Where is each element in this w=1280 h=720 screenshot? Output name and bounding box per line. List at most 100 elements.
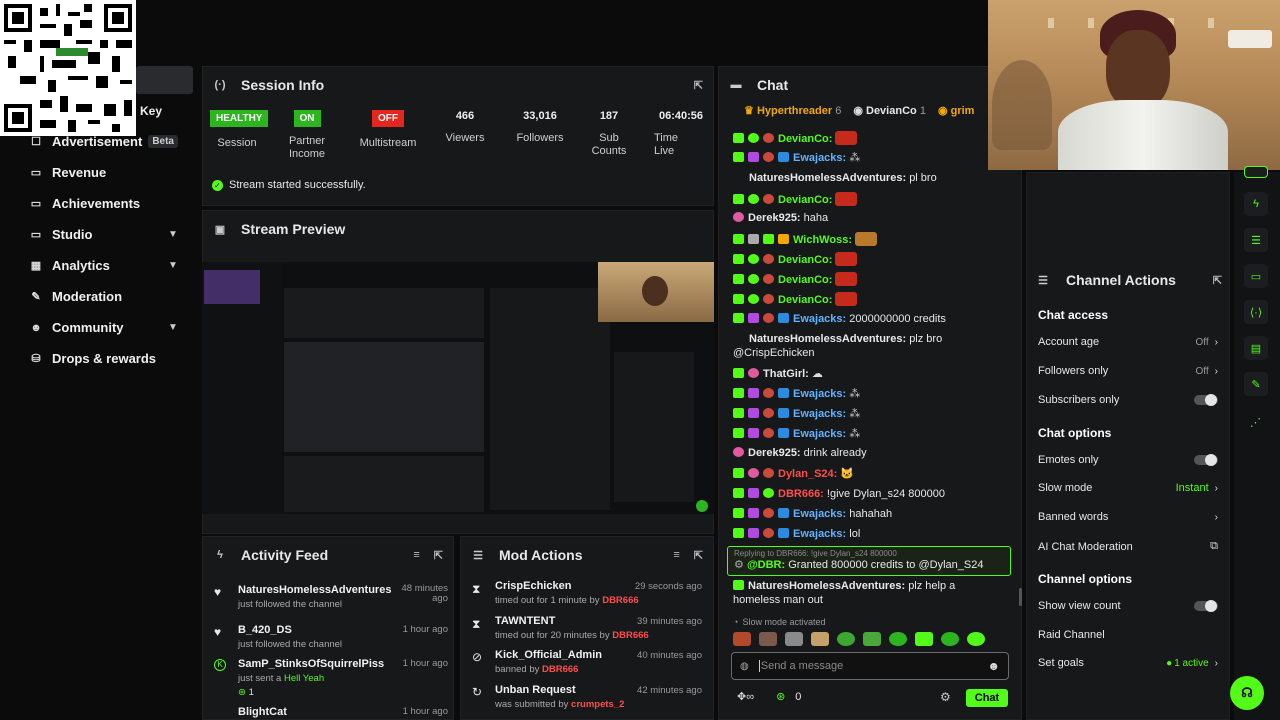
menu-icon[interactable]: ▤ [1244, 336, 1268, 360]
emoji-icon[interactable]: ☻ [987, 659, 1000, 673]
emote-icon[interactable] [889, 632, 907, 646]
preview-icon: ▣ [214, 223, 226, 236]
preview-nested-session [284, 288, 484, 338]
emotes-only-toggle[interactable] [1194, 454, 1218, 466]
chat-icon[interactable]: ▭ [1244, 264, 1268, 288]
beta-badge: Beta [148, 135, 178, 148]
sidebar-item-advertisement[interactable]: ☐ Advertisement Beta [0, 126, 200, 157]
community-icon: ☻ [30, 321, 42, 334]
sidebar-item-studio[interactable]: ▭ Studio ▼ [0, 219, 200, 250]
show-view-count-toggle[interactable] [1194, 600, 1218, 612]
mod-badge-icon [748, 508, 759, 518]
popout-icon[interactable]: ⇱ [694, 79, 703, 92]
chat-message: Ewajacks: ⁂ [733, 387, 860, 400]
studio-icon: ▭ [30, 229, 42, 241]
emote-icon: 🐱 [840, 468, 855, 480]
channel-options-heading: Channel options [1038, 572, 1132, 586]
stream-preview-video[interactable] [202, 262, 714, 514]
sidebar-active-item[interactable] [136, 66, 193, 94]
sidebar-item-drops[interactable]: ⛁ Drops & rewards [0, 343, 200, 374]
chat-message: DevianCo: [733, 292, 858, 306]
bolt-icon[interactable]: ϟ [1244, 192, 1268, 216]
emote-icon[interactable] [733, 632, 751, 646]
off-badge: OFF [372, 110, 404, 127]
sidebar-item-analytics[interactable]: ▦ Analytics ▼ [0, 250, 200, 281]
sub-badge-icon [733, 194, 744, 204]
filter-icon[interactable]: ≡ [673, 549, 679, 562]
stream-preview-header: ▣ Stream Preview [203, 211, 713, 247]
chevron-down-icon: ▼ [168, 229, 178, 240]
gifter-badge-icon [748, 368, 759, 378]
mod-actions-header: ☰ Mod Actions ≡ ⇱ [461, 537, 713, 573]
kick-coin-icon: ⊛ [238, 687, 246, 698]
slow-mode-row[interactable]: Slow mode Instant › [1038, 482, 1218, 494]
emote-icon[interactable] [967, 632, 985, 646]
wrench-icon[interactable]: ✎ [1244, 372, 1268, 396]
sub-badge-icon [733, 313, 744, 323]
mod-badge-icon [748, 408, 759, 418]
slow-mode-notice: ◔ Slow mode activated [733, 617, 826, 627]
banned-words-row[interactable]: Banned words › [1038, 511, 1218, 523]
chat-scrollbar[interactable] [1019, 588, 1022, 606]
drops-icon: ⛁ [31, 353, 41, 365]
set-goals-row[interactable]: Set goals ● 1 active › [1038, 657, 1218, 669]
raid-channel-row[interactable]: Raid Channel [1038, 629, 1218, 641]
popout-icon[interactable]: ⇱ [1213, 274, 1222, 287]
chat-message: Ewajacks: ⁂ [733, 151, 860, 164]
mod-action-item: ↻ Unban Request was submitted by crumpet… [472, 684, 702, 710]
mod-badge-icon [748, 313, 759, 323]
pinned-user[interactable]: ◉ grim [938, 104, 975, 118]
sidebar-item-achievements[interactable]: ▭ Achievements [0, 188, 200, 219]
sub-badge-icon [733, 468, 744, 478]
emote-icon[interactable] [759, 632, 777, 646]
sidebar-item-community[interactable]: ☻ Community ▼ [0, 312, 200, 343]
emote-icon[interactable] [863, 632, 881, 646]
stat-viewers: 466 Viewers [445, 110, 485, 144]
chat-icon: ▬ [730, 79, 742, 91]
pinned-user[interactable]: ♛ Hyperthreader 6 [744, 104, 841, 118]
qr-code [0, 0, 136, 136]
subscribers-only-toggle[interactable] [1194, 394, 1218, 406]
mod-badge-icon [748, 388, 759, 398]
emote-icon: ☁ [811, 368, 823, 380]
avatar-icon [763, 528, 774, 538]
check-icon: ✓ [212, 179, 223, 191]
pinned-user[interactable]: ◉ DevianCo 1 [853, 104, 926, 118]
emote-icon[interactable] [941, 632, 959, 646]
rail-top-icon[interactable] [1244, 166, 1268, 178]
filter-icon[interactable]: ≡ [413, 549, 419, 562]
account-age-row[interactable]: Account age Off › [1038, 336, 1218, 348]
chat-input[interactable]: Send a message [758, 660, 978, 672]
support-button[interactable]: ☊ [1230, 676, 1264, 710]
external-link-icon: ⧉ [1210, 540, 1218, 552]
avatar-icon [763, 388, 774, 398]
ban-icon: ⊘ [472, 650, 483, 664]
chat-message: NaturesHomelessAdventures: plz help a [733, 580, 955, 592]
share-icon[interactable]: ⋰ [1250, 416, 1261, 429]
emote-icon[interactable] [811, 632, 829, 646]
webcam-wall-hanging [992, 60, 1052, 150]
chat-message: WichWoss: [733, 232, 878, 246]
activity-feed-header: ϟ Activity Feed ≡ ⇱ [203, 537, 453, 573]
emote-icon[interactable] [837, 632, 855, 646]
popout-icon[interactable]: ⇱ [694, 549, 703, 562]
sidebar-item-revenue[interactable]: ▭ Revenue [0, 157, 200, 188]
emote-icon[interactable] [785, 632, 803, 646]
followers-only-row[interactable]: Followers only Off › [1038, 365, 1218, 377]
radio-icon[interactable]: ⟨·⟩ [1244, 300, 1268, 324]
chat-input-box[interactable]: ◍ Send a message ☻ [731, 652, 1009, 680]
webcam-wall-ac [1228, 30, 1272, 48]
radio-icon: (·) [214, 79, 226, 91]
crown-icon: ♛ [744, 105, 754, 117]
sidebar-item-moderation[interactable]: ✎ Moderation [0, 281, 200, 312]
mod-badge-icon [748, 428, 759, 438]
chat-settings-icon[interactable]: ⚙ [940, 690, 951, 704]
mod-tools-icon[interactable]: ✥∞ [737, 690, 754, 703]
chat-message: Ewajacks: 2000000000 credits [733, 313, 946, 325]
chat-send-button[interactable]: Chat [966, 689, 1008, 707]
list-icon[interactable]: ☰ [1244, 228, 1268, 252]
ai-moderation-row[interactable]: AI Chat Moderation ⧉ [1038, 540, 1218, 553]
popout-icon[interactable]: ⇱ [434, 549, 443, 562]
founder-badge-icon [778, 234, 789, 244]
emote-icon[interactable] [915, 632, 933, 646]
